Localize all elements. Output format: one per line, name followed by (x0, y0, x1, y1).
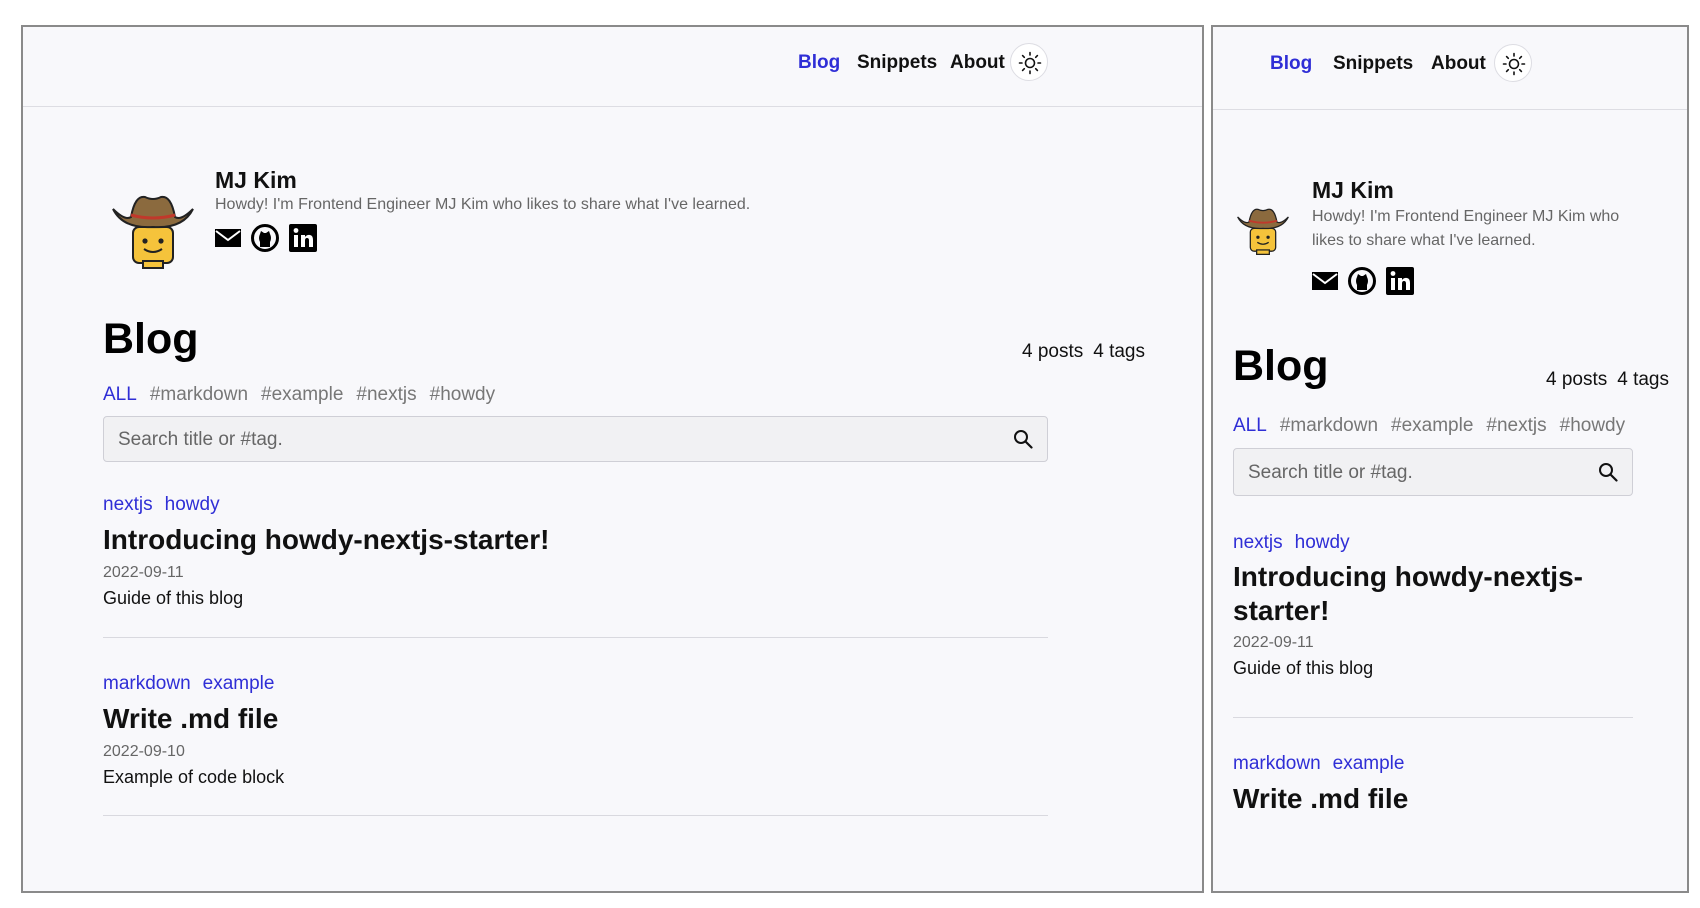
search-input[interactable] (1246, 449, 1569, 497)
profile-bio-line: likes to share what I've learned. (1312, 232, 1536, 249)
search-box (103, 416, 1048, 463)
post-divider (1233, 717, 1633, 718)
post-divider (103, 815, 1048, 816)
nav-about-link[interactable]: About (1431, 53, 1486, 75)
nav-snippets-link[interactable]: Snippets (857, 52, 937, 74)
post-tag[interactable]: nextjs (103, 494, 153, 516)
profile-name: MJ Kim (1312, 177, 1394, 203)
cowboy-avatar (112, 195, 194, 269)
post-tag[interactable]: example (1333, 753, 1405, 775)
theme-toggle-button[interactable] (1010, 43, 1048, 81)
tag-howdy[interactable]: #howdy (1560, 415, 1626, 437)
tag-nextjs[interactable]: #nextjs (1486, 415, 1546, 437)
post-tag[interactable]: markdown (103, 673, 191, 695)
post-tag[interactable]: howdy (165, 494, 220, 516)
tag-all[interactable]: ALL (1233, 415, 1267, 437)
post-description: Example of code block (103, 767, 285, 787)
post-divider (103, 637, 1048, 638)
desktop-view: Blog Snippets About MJ Kim Howdy! I'm Fr… (21, 25, 1204, 893)
blog-title: Blog (1233, 342, 1329, 390)
blog-counts: 4 posts 4 tags (1012, 341, 1145, 363)
tag-nextjs[interactable]: #nextjs (356, 384, 416, 406)
sun-icon (1502, 52, 1526, 76)
post-tag[interactable]: howdy (1295, 532, 1350, 554)
mobile-view: Blog Snippets About MJ Kim Howdy! I'm Fr… (1211, 25, 1689, 893)
tags-count: 4 tags (1093, 341, 1145, 362)
tag-filter-list: ALL #markdown #example #nextjs #howdy (1233, 415, 1625, 437)
nav-blog-link[interactable]: Blog (1270, 53, 1312, 75)
posts-count: 4 posts (1021, 341, 1084, 362)
search-input[interactable] (116, 417, 875, 463)
nav-snippets-link[interactable]: Snippets (1333, 53, 1413, 75)
post-title[interactable]: Write .md file (103, 701, 284, 737)
post-date: 2022-09-10 (103, 743, 185, 760)
tag-howdy[interactable]: #howdy (430, 384, 496, 406)
post-title-line: starter! (1233, 595, 1330, 626)
tags-count: 4 tags (1617, 369, 1669, 390)
post-description: Guide of this blog (103, 588, 244, 608)
post-item[interactable]: nextjs howdy Introducing howdy-nextjs- st… (1233, 532, 1633, 679)
tag-markdown[interactable]: #markdown (1280, 415, 1378, 437)
post-tag[interactable]: nextjs (1233, 532, 1283, 554)
top-nav: Blog Snippets About (23, 27, 1202, 107)
tag-all[interactable]: ALL (103, 384, 137, 406)
post-title[interactable]: Introducing howdy-nextjs-starter! (103, 522, 549, 558)
post-title[interactable]: Write .md file (1233, 781, 1633, 817)
profile-bio: Howdy! I'm Frontend Engineer MJ Kim who … (215, 196, 751, 213)
profile-bio-line: Howdy! I'm Frontend Engineer MJ Kim who (1312, 208, 1620, 225)
nav-about-link[interactable]: About (950, 52, 1005, 74)
top-nav: Blog Snippets About (1213, 27, 1687, 110)
post-title[interactable]: Introducing howdy-nextjs- starter! (1233, 560, 1633, 628)
search-box (1233, 448, 1633, 497)
sun-icon (1018, 51, 1042, 75)
posts-count: 4 posts (1545, 369, 1608, 390)
mail-icon[interactable] (215, 227, 241, 254)
tag-example[interactable]: #example (1391, 415, 1473, 437)
profile-name: MJ Kim (215, 167, 297, 193)
search-icon[interactable] (1598, 462, 1618, 482)
linkedin-icon[interactable] (1386, 267, 1414, 300)
post-item[interactable]: markdown example Write .md file (1233, 753, 1633, 817)
post-item[interactable]: nextjs howdy Introducing howdy-nextjs-sta… (103, 494, 549, 609)
post-date: 2022-09-11 (1233, 634, 1314, 651)
post-title-line: Introducing howdy-nextjs- (1233, 561, 1583, 592)
post-item[interactable]: markdown example Write .md file 2022-09-1… (103, 673, 284, 788)
blog-counts: 4 posts 4 tags (1536, 369, 1669, 391)
post-date: 2022-09-11 (103, 564, 184, 581)
theme-toggle-button[interactable] (1494, 44, 1532, 82)
search-icon[interactable] (1013, 429, 1033, 449)
github-icon[interactable] (1348, 267, 1376, 300)
tag-filter-list: ALL #markdown #example #nextjs #howdy (103, 384, 495, 406)
tag-example[interactable]: #example (261, 384, 343, 406)
linkedin-icon[interactable] (289, 224, 317, 257)
blog-title: Blog (103, 315, 199, 363)
social-links (1312, 267, 1414, 300)
nav-blog-link[interactable]: Blog (798, 52, 840, 74)
post-tag[interactable]: example (203, 673, 275, 695)
post-tag[interactable]: markdown (1233, 753, 1321, 775)
post-description: Guide of this blog (1233, 658, 1374, 678)
cowboy-avatar (1237, 208, 1289, 255)
tag-markdown[interactable]: #markdown (150, 384, 248, 406)
profile-bio: Howdy! I'm Frontend Engineer MJ Kim who … (1312, 205, 1619, 253)
mail-icon[interactable] (1312, 270, 1338, 297)
github-icon[interactable] (251, 224, 279, 257)
social-links (215, 224, 317, 257)
